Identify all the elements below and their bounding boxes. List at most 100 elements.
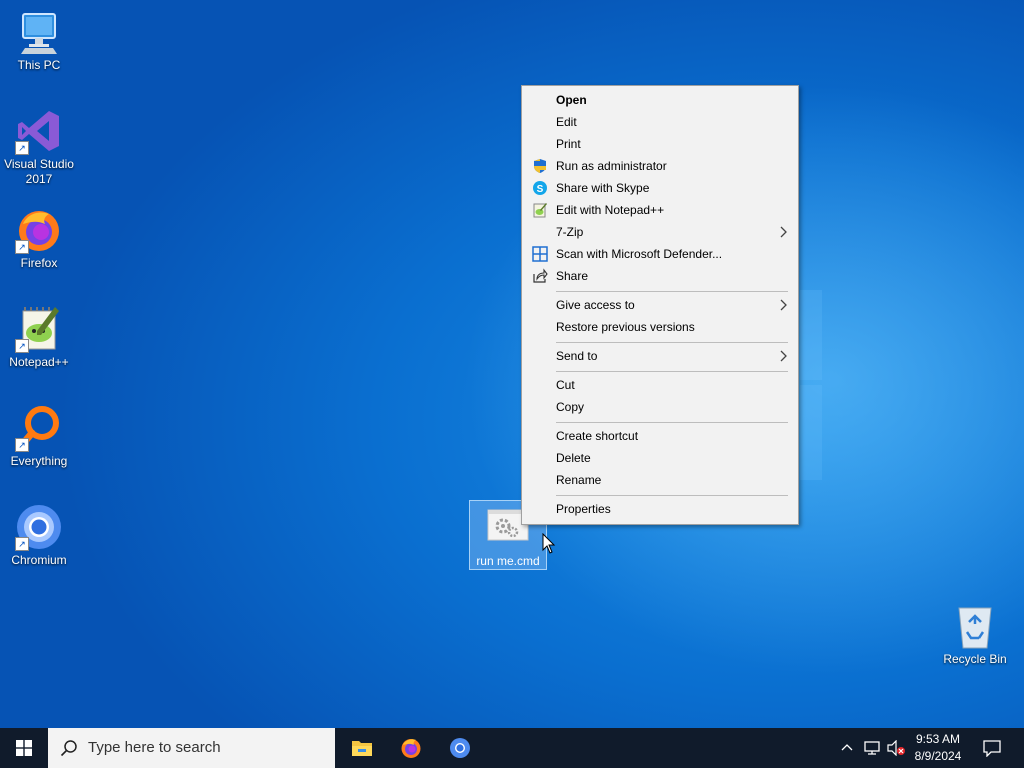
file-explorer-icon: [352, 741, 372, 756]
wallpaper-beam: [800, 385, 822, 480]
menu-item-edit[interactable]: Edit: [522, 111, 798, 133]
menu-separator: [556, 371, 788, 372]
menu-item-run-as-administrator[interactable]: Run as administrator: [522, 155, 798, 177]
menu-item-label: 7-Zip: [556, 225, 584, 239]
menu-item-label: Share: [556, 269, 589, 283]
shortcut-arrow-icon: ↗: [15, 240, 29, 254]
chevron-right-icon: [780, 345, 788, 373]
menu-item-give-access-to[interactable]: Give access to: [522, 294, 798, 316]
computer-icon: [15, 8, 63, 56]
menu-item-label: Send to: [556, 349, 598, 363]
search-placeholder: Type here to search: [88, 739, 221, 756]
svg-text:S: S: [537, 184, 544, 195]
menu-item-edit-with-notepad-plus-plus[interactable]: Edit with Notepad++: [522, 199, 798, 221]
desktop-icon-everything[interactable]: ↗ Everything: [1, 404, 77, 469]
menu-item-rename[interactable]: Rename: [522, 469, 798, 491]
taskbar-clock[interactable]: 9:53 AM 8/9/2024: [906, 731, 970, 765]
menu-item-label: Cut: [556, 378, 575, 392]
menu-item-scan-with-defender[interactable]: Scan with Microsoft Defender...: [522, 243, 798, 265]
menu-item-label: Scan with Microsoft Defender...: [556, 247, 723, 261]
wallpaper-beam: [800, 290, 822, 380]
taskbar-search-box[interactable]: Type here to search: [48, 728, 335, 768]
search-icon: [60, 740, 77, 757]
menu-item-label: Open: [556, 93, 587, 107]
desktop-icon-chromium[interactable]: ↗ Chromium: [1, 503, 77, 568]
chromium-icon: [450, 738, 470, 758]
chromium-icon: ↗: [15, 503, 63, 551]
notepad-plus-plus-icon: ↗: [15, 305, 63, 353]
tray-show-hidden[interactable]: [838, 728, 856, 768]
defender-icon: [532, 246, 548, 262]
menu-item-label: Restore previous versions: [556, 320, 695, 334]
menu-separator: [556, 342, 788, 343]
desktop-icon-this-pc[interactable]: This PC: [1, 8, 77, 73]
share-icon: [532, 268, 548, 284]
windows-logo-icon: [16, 740, 32, 756]
menu-item-label: Run as administrator: [556, 159, 667, 173]
tray-network[interactable]: [860, 728, 882, 768]
firefox-icon: [401, 739, 421, 758]
chevron-up-icon: [841, 744, 853, 751]
notification-icon: [983, 740, 1001, 757]
menu-item-send-to[interactable]: Send to: [522, 345, 798, 367]
desktop-icon-visual-studio[interactable]: ↗ Visual Studio 2017: [1, 107, 77, 187]
search-magnifier-icon: ↗: [15, 404, 63, 452]
menu-item-share[interactable]: Share: [522, 265, 798, 287]
shortcut-arrow-icon: ↗: [15, 339, 29, 353]
recycle-bin-icon: [951, 602, 999, 650]
menu-item-label: Edit with Notepad++: [556, 203, 665, 217]
taskbar-chromium[interactable]: [436, 728, 484, 768]
taskbar-file-explorer[interactable]: [338, 728, 386, 768]
desktop-icon-notepad-plus-plus[interactable]: ↗ Notepad++: [1, 305, 77, 370]
menu-item-label: Copy: [556, 400, 585, 414]
menu-item-delete[interactable]: Delete: [522, 447, 798, 469]
start-button[interactable]: [0, 728, 48, 768]
menu-item-label: Give access to: [556, 298, 635, 312]
notepad-plus-plus-icon: [532, 202, 548, 218]
menu-item-open[interactable]: Open: [522, 89, 798, 111]
action-center-button[interactable]: [976, 728, 1008, 768]
menu-item-label: Rename: [556, 473, 602, 487]
taskbar: Type here to search 9:53 AM 8/9/2024: [0, 728, 1024, 768]
desktop-icon-label: Firefox: [20, 256, 58, 270]
desktop-icon-label: Notepad++: [9, 355, 69, 369]
menu-item-print[interactable]: Print: [522, 133, 798, 155]
mouse-cursor-icon: [542, 533, 556, 554]
menu-item-copy[interactable]: Copy: [522, 396, 798, 418]
desktop-icon-firefox[interactable]: ↗ Firefox: [1, 206, 77, 271]
tray-volume[interactable]: [884, 728, 906, 768]
volume-muted-icon: [887, 740, 905, 756]
desktop-icon-label: This PC: [17, 58, 61, 72]
desktop-icon-label: Recycle Bin: [943, 652, 1007, 666]
network-icon: [864, 741, 880, 755]
desktop-icon-label: Chromium: [11, 553, 67, 567]
menu-separator: [556, 495, 788, 496]
taskbar-firefox[interactable]: [387, 728, 435, 768]
menu-item-7-zip[interactable]: 7-Zip: [522, 221, 798, 243]
desktop-icon-label: Everything: [10, 454, 68, 468]
menu-item-cut[interactable]: Cut: [522, 374, 798, 396]
menu-item-label: Share with Skype: [556, 181, 650, 195]
menu-item-create-shortcut[interactable]: Create shortcut: [522, 425, 798, 447]
menu-item-label: Delete: [556, 451, 591, 465]
menu-item-restore-previous-versions[interactable]: Restore previous versions: [522, 316, 798, 338]
uac-shield-icon: [532, 158, 548, 174]
visual-studio-icon: ↗: [15, 107, 63, 155]
desktop-icon-recycle-bin[interactable]: Recycle Bin: [937, 602, 1013, 667]
shortcut-arrow-icon: ↗: [15, 438, 29, 452]
menu-item-share-with-skype[interactable]: S Share with Skype: [522, 177, 798, 199]
desktop-icon-label: Visual Studio 2017: [4, 157, 74, 186]
menu-item-label: Edit: [556, 115, 577, 129]
clock-date: 8/9/2024: [914, 749, 962, 763]
shortcut-arrow-icon: ↗: [15, 141, 29, 155]
skype-icon: S: [532, 180, 548, 196]
shortcut-arrow-icon: ↗: [15, 537, 29, 551]
clock-time: 9:53 AM: [915, 732, 961, 746]
desktop-file-label: run me.cmd: [476, 554, 540, 568]
firefox-icon: ↗: [15, 206, 63, 254]
context-menu: Open Edit Print Run as administrator S S…: [521, 85, 799, 525]
menu-separator: [556, 422, 788, 423]
menu-item-properties[interactable]: Properties: [522, 498, 798, 520]
menu-item-label: Create shortcut: [556, 429, 639, 443]
menu-separator: [556, 291, 788, 292]
